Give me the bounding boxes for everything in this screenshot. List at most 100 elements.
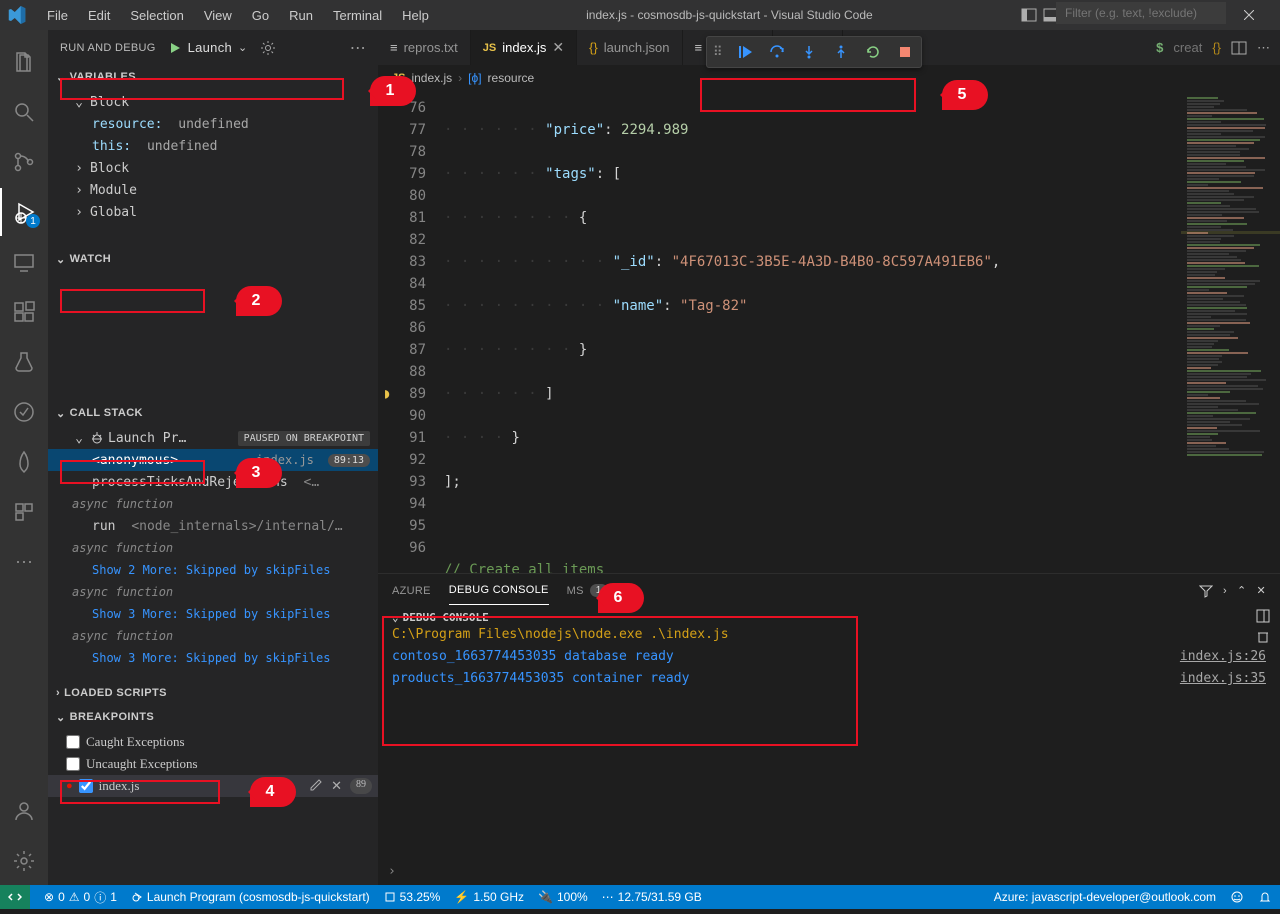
- bug-icon: [90, 431, 104, 445]
- menu-edit[interactable]: Edit: [79, 4, 119, 27]
- json-icon[interactable]: {}: [1212, 40, 1221, 55]
- bp-item[interactable]: ● index.js ✕ 89: [48, 775, 378, 797]
- callout-4: 4: [250, 777, 296, 807]
- variables-section-header[interactable]: ⌄ VARIABLES: [48, 65, 378, 89]
- menu-help[interactable]: Help: [393, 4, 438, 27]
- accounts-button[interactable]: [0, 787, 48, 835]
- scope-global[interactable]: ›Global: [48, 201, 378, 223]
- menu-view[interactable]: View: [195, 4, 241, 27]
- bp-caught-exceptions[interactable]: Caught Exceptions: [48, 731, 378, 753]
- editor-body[interactable]: 76777879808182838485868788 ◗89 909192939…: [378, 91, 1280, 573]
- stack-frame[interactable]: processTicksAndRejections <…: [48, 471, 378, 493]
- step-over-button[interactable]: [767, 42, 787, 62]
- split-editor-icon[interactable]: [1231, 40, 1247, 56]
- loaded-scripts-section-header[interactable]: › LOADED SCRIPTS: [48, 681, 378, 705]
- close-tab-icon[interactable]: ✕: [552, 39, 564, 56]
- containers-tab[interactable]: [0, 488, 48, 536]
- breadcrumb[interactable]: JS index.js › [ϕ] resource: [378, 65, 1280, 91]
- dollar-icon[interactable]: $: [1156, 40, 1163, 55]
- show-more-skipped[interactable]: Show 3 More: Skipped by skipFiles: [48, 603, 378, 625]
- breakpoints-section-header[interactable]: ⌄ BREAKPOINTS: [48, 705, 378, 729]
- clear-icon[interactable]: [1256, 629, 1270, 643]
- source-link[interactable]: index.js:35: [1180, 668, 1266, 690]
- source-control-tab[interactable]: [0, 138, 48, 186]
- task-tab[interactable]: [0, 388, 48, 436]
- menu-file[interactable]: File: [38, 4, 77, 27]
- remove-bp-icon[interactable]: ✕: [331, 778, 342, 794]
- menu-run[interactable]: Run: [280, 4, 322, 27]
- tab-index-js[interactable]: JSindex.js✕: [471, 30, 577, 65]
- variable-row[interactable]: resource: undefined: [48, 113, 378, 135]
- chevron-down-icon: ⌄: [56, 711, 66, 724]
- run-debug-title: RUN AND DEBUG: [60, 42, 156, 54]
- more-actions-button[interactable]: ⋯: [350, 38, 366, 58]
- filter-icon[interactable]: [1199, 584, 1213, 598]
- more-views-button[interactable]: ⋯: [0, 538, 48, 586]
- status-cpu[interactable]: 53.25%: [384, 890, 441, 904]
- tab-launch-json[interactable]: {}launch.json: [577, 30, 682, 65]
- launch-config-select[interactable]: Launch: [188, 40, 232, 55]
- scope-module[interactable]: ›Module: [48, 179, 378, 201]
- continue-button[interactable]: [735, 42, 755, 62]
- close-panel-icon[interactable]: ✕: [1256, 584, 1266, 597]
- stop-button[interactable]: [895, 42, 915, 62]
- console-filter-input[interactable]: [1056, 2, 1226, 24]
- restart-button[interactable]: [863, 42, 883, 62]
- panel-tab-azure[interactable]: AZURE: [392, 585, 431, 597]
- layout-icon[interactable]: [1021, 7, 1037, 23]
- mongodb-tab[interactable]: [0, 438, 48, 486]
- open-panel-icon[interactable]: [1256, 609, 1270, 623]
- status-freq[interactable]: ⚡1.50 GHz: [454, 890, 524, 904]
- extensions-tab[interactable]: [0, 288, 48, 336]
- show-more-skipped[interactable]: Show 2 More: Skipped by skipFiles: [48, 559, 378, 581]
- start-debug-button[interactable]: [168, 41, 182, 55]
- menu-go[interactable]: Go: [243, 4, 278, 27]
- panel-tab-debug-console[interactable]: DEBUG CONSOLE: [449, 584, 549, 605]
- testing-tab[interactable]: [0, 338, 48, 386]
- remote-tab[interactable]: [0, 238, 48, 286]
- status-azure[interactable]: Azure: javascript-developer@outlook.com: [994, 890, 1216, 904]
- remote-indicator[interactable]: [0, 885, 30, 909]
- callstack-session[interactable]: ⌄ Launch Pr… PAUSED ON BREAKPOINT: [48, 427, 378, 449]
- explorer-tab[interactable]: [0, 38, 48, 86]
- stack-frame[interactable]: <anonymous> index.js 89:13: [48, 449, 378, 471]
- status-problems[interactable]: ⊗0⚠0ⓘ1: [44, 889, 117, 906]
- menu-terminal[interactable]: Terminal: [324, 4, 391, 27]
- menu-selection[interactable]: Selection: [121, 4, 192, 27]
- source-link[interactable]: index.js:26: [1180, 646, 1266, 668]
- run-debug-tab[interactable]: 1: [0, 188, 48, 236]
- callstack-section-header[interactable]: ⌄ CALL STACK: [48, 401, 378, 425]
- scope-block[interactable]: ›Block: [48, 157, 378, 179]
- chevron-up-icon[interactable]: ⌃: [1237, 584, 1247, 597]
- debug-toolbar[interactable]: ⠿: [706, 36, 922, 68]
- grip-icon[interactable]: ⠿: [713, 44, 723, 60]
- open-launch-json-button[interactable]: [260, 40, 276, 56]
- next-icon[interactable]: ›: [1223, 585, 1227, 597]
- step-out-button[interactable]: [831, 42, 851, 62]
- status-memory[interactable]: ⋯12.75/31.59 GB: [602, 890, 702, 904]
- status-launch[interactable]: Launch Program (cosmosdb-js-quickstart): [131, 890, 370, 904]
- stack-frame[interactable]: run <node_internals>/internal/…: [48, 515, 378, 537]
- bp-uncaught-exceptions[interactable]: Uncaught Exceptions: [48, 753, 378, 775]
- variable-row[interactable]: this: undefined: [48, 135, 378, 157]
- debug-console-header[interactable]: ⌄DEBUG CONSOLE: [392, 611, 1266, 624]
- console-input-chevron[interactable]: ›: [388, 864, 396, 879]
- watch-section-header[interactable]: ⌄ WATCH: [48, 247, 378, 271]
- edit-bp-icon[interactable]: [309, 778, 323, 794]
- settings-button[interactable]: [0, 837, 48, 885]
- search-tab[interactable]: [0, 88, 48, 136]
- show-more-skipped[interactable]: Show 3 More: Skipped by skipFiles: [48, 647, 378, 669]
- step-into-button[interactable]: [799, 42, 819, 62]
- code-content[interactable]: · · · · · · "price": 2294.989 · · · · · …: [438, 91, 1180, 573]
- tab-repros[interactable]: ≡repros.txt: [378, 30, 471, 65]
- scope-block[interactable]: ⌄Block: [48, 91, 378, 113]
- chevron-down-icon[interactable]: ⌄: [238, 41, 248, 54]
- minimap[interactable]: [1180, 91, 1280, 573]
- status-bar: ⊗0⚠0ⓘ1 Launch Program (cosmosdb-js-quick…: [0, 885, 1280, 909]
- more-actions-icon[interactable]: ⋯: [1257, 40, 1270, 56]
- close-window-button[interactable]: [1226, 0, 1272, 30]
- status-feedback[interactable]: [1230, 890, 1244, 904]
- status-bell[interactable]: [1258, 890, 1272, 904]
- async-label: async function: [48, 581, 378, 603]
- status-battery[interactable]: 🔌100%: [538, 890, 588, 904]
